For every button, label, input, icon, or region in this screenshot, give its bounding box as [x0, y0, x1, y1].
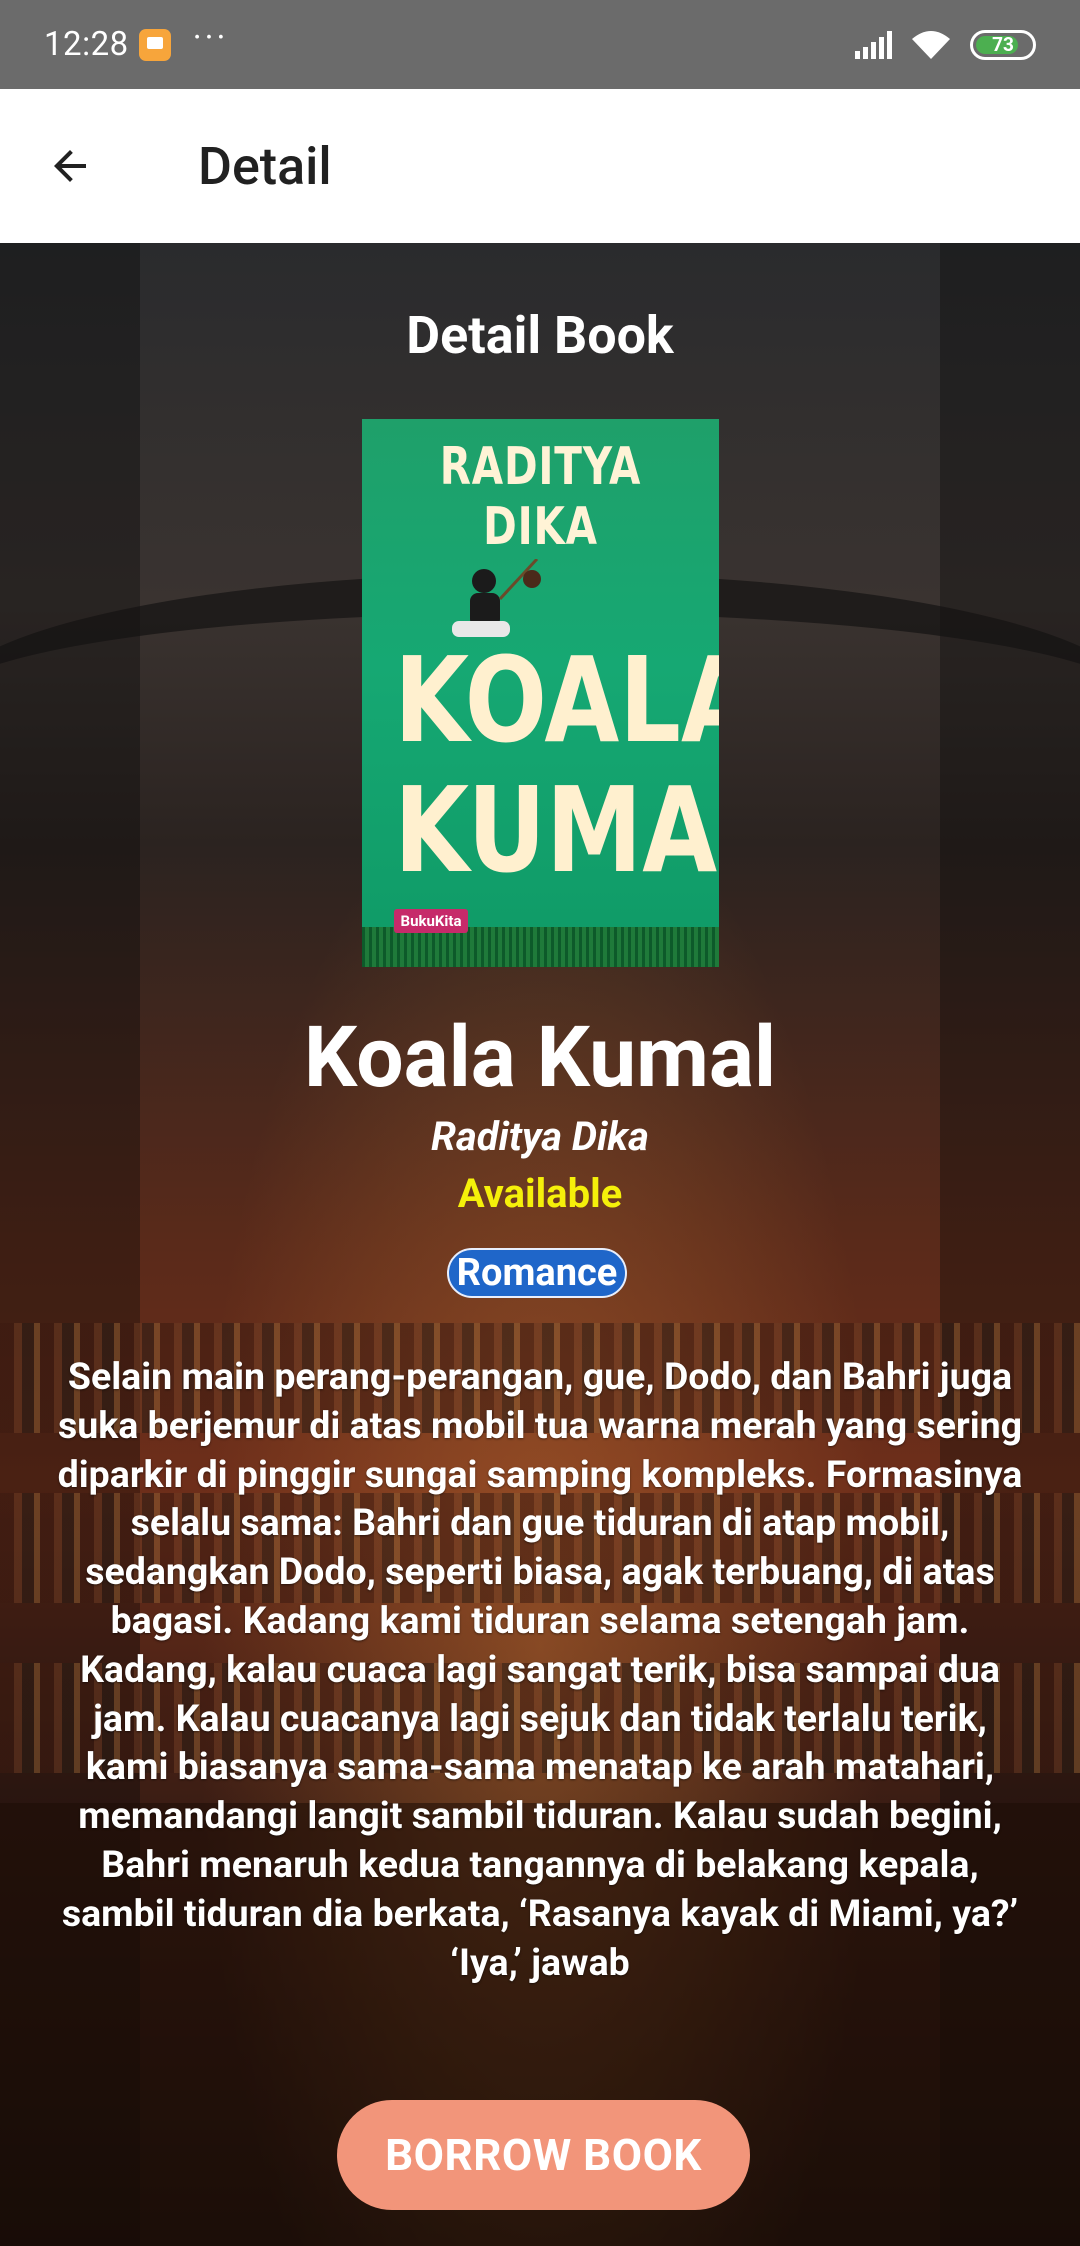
book-cover: RADITYA DIKA KOALA KUMAL BukuKita — [362, 419, 719, 967]
cover-author-text: RADITYA DIKA — [439, 437, 642, 557]
book-description: Selain main perang-perangan, gue, Dodo, … — [57, 1355, 1023, 1985]
book-title: Koala Kumal — [303, 1008, 777, 1107]
genre-badge: Romance — [447, 1248, 627, 1298]
wifi-icon — [912, 30, 950, 59]
status-time: 12:28 — [44, 25, 129, 64]
arrow-back-icon — [54, 150, 86, 182]
back-button[interactable] — [20, 116, 120, 216]
publisher-logo: BukuKita — [394, 909, 468, 933]
borrow-book-button[interactable]: BORROW BOOK — [337, 2100, 750, 2210]
availability-status: Available — [457, 1170, 623, 1217]
status-bar: 12:28 ··· 73 — [0, 0, 1080, 89]
cover-grass — [362, 927, 719, 967]
more-dots-icon: ··· — [192, 17, 229, 58]
app-bar-title: Detail — [198, 135, 332, 197]
battery-icon: 73 — [970, 29, 1036, 60]
book-author: Raditya Dika — [431, 1113, 649, 1160]
section-title: Detail Book — [406, 305, 674, 366]
signal-icon — [855, 30, 892, 59]
app-bar: Detail — [0, 89, 1080, 243]
battery-level: 73 — [992, 33, 1014, 56]
app-notification-icon — [138, 28, 171, 61]
detail-content[interactable]: Detail Book RADITYA DIKA KOALA KUMAL Buk… — [0, 243, 1080, 2246]
cover-title-line-2: KUMAL — [394, 761, 719, 899]
status-icons: 73 — [855, 29, 1036, 61]
cover-title-line-1: KOALA — [394, 631, 719, 769]
